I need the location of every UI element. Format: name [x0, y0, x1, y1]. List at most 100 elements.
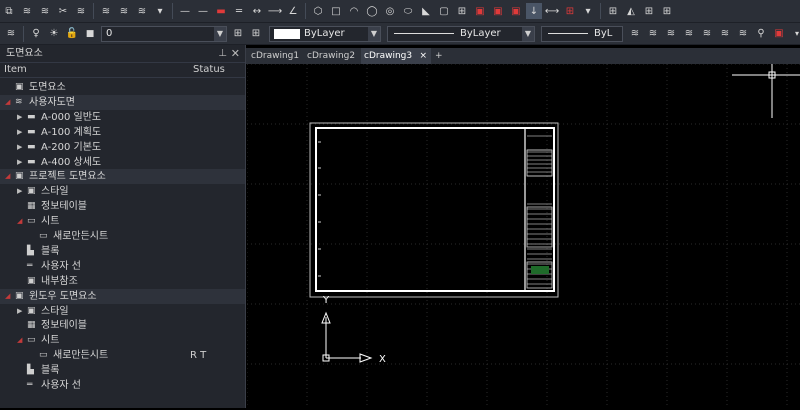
layout-icon[interactable]: ⊞: [605, 3, 621, 19]
collapse-arrow-icon[interactable]: ◢: [5, 289, 10, 304]
collapse-arrow-icon[interactable]: ◢: [5, 95, 10, 110]
modify-icon[interactable]: ≋: [116, 3, 132, 19]
close-icon[interactable]: ✕: [231, 45, 240, 62]
column-item[interactable]: Item: [4, 63, 27, 77]
attribute-icon[interactable]: ▣: [508, 3, 524, 19]
collapse-arrow-icon[interactable]: ◢: [17, 214, 22, 229]
block-icon[interactable]: ▣: [472, 3, 488, 19]
expand-arrow-icon[interactable]: ▶: [17, 304, 22, 319]
more-icon[interactable]: ▾: [789, 26, 800, 42]
tree-item[interactable]: ▶ ▬ A-400 상세도: [0, 155, 245, 170]
tree-item[interactable]: ═ 사용자 선: [0, 259, 245, 274]
tab-cdrawing3[interactable]: cDrawing3 ×: [361, 48, 431, 64]
freeze-sun-icon[interactable]: ☀: [46, 26, 62, 42]
layer-dropdown[interactable]: 0 ▼: [101, 25, 227, 42]
polygon-icon[interactable]: ⬡: [310, 3, 326, 19]
hatch-style-icon[interactable]: ≋: [717, 26, 733, 42]
table-icon[interactable]: ⊞: [454, 3, 470, 19]
select-icon[interactable]: ⧉: [1, 3, 17, 19]
arc-icon[interactable]: ◠: [346, 3, 362, 19]
tree-item[interactable]: ▙ 블록: [0, 244, 245, 259]
edit-icon[interactable]: ≋: [37, 3, 53, 19]
pin-icon[interactable]: ⚲: [753, 26, 769, 42]
expand-arrow-icon[interactable]: ▶: [17, 184, 22, 199]
view-icon[interactable]: ⊞: [659, 3, 675, 19]
print-icon[interactable]: ▣: [771, 26, 787, 42]
donut-icon[interactable]: ◎: [382, 3, 398, 19]
tree-item[interactable]: ◢ ≋ 사용자도면: [0, 94, 245, 110]
cut-icon[interactable]: ✂: [55, 3, 71, 19]
expand-arrow-icon[interactable]: ▶: [17, 125, 22, 140]
edit-icon[interactable]: ≋: [19, 3, 35, 19]
tree-item[interactable]: ▶ ▬ A-100 계획도: [0, 125, 245, 140]
expand-arrow-icon[interactable]: ▶: [17, 155, 22, 170]
angle-icon[interactable]: ∠: [285, 3, 301, 19]
line-icon[interactable]: —: [177, 3, 193, 19]
tree-item[interactable]: ▦ 정보테이블: [0, 318, 245, 333]
move-down-icon[interactable]: ↓: [526, 3, 542, 19]
grid-icon[interactable]: ⊞: [562, 3, 578, 19]
distance-icon[interactable]: ⟷: [544, 3, 560, 19]
layer-manager-icon[interactable]: ≋: [3, 26, 19, 42]
rectangle-icon[interactable]: □: [328, 3, 344, 19]
color-dropdown[interactable]: ByLayer ▼: [269, 25, 381, 42]
hatch-style-icon[interactable]: ≋: [735, 26, 751, 42]
tab-cdrawing2[interactable]: cDrawing2: [304, 48, 359, 64]
expand-arrow-icon[interactable]: ▶: [17, 110, 22, 125]
add-tab-button[interactable]: +: [432, 48, 446, 64]
lineweight-dropdown[interactable]: ByL: [541, 25, 623, 42]
edit-icon[interactable]: ≋: [73, 3, 89, 19]
polyline-icon[interactable]: —: [195, 3, 211, 19]
collapse-arrow-icon[interactable]: ◢: [17, 333, 22, 348]
arrow-line-icon[interactable]: ⟶: [267, 3, 283, 19]
wall-icon[interactable]: ▬: [213, 3, 229, 19]
more-icon[interactable]: ▾: [152, 3, 168, 19]
tree-item[interactable]: ▶ ▬ A-200 기본도: [0, 140, 245, 155]
tree-item[interactable]: ▙ 블록: [0, 363, 245, 378]
region-icon[interactable]: ▢: [436, 3, 452, 19]
collapse-arrow-icon[interactable]: ◢: [5, 169, 10, 184]
tree-item[interactable]: ▶ ▣ 스타일: [0, 184, 245, 199]
tree-item[interactable]: ▣ 내부참조: [0, 274, 245, 289]
tree-item[interactable]: ▦ 정보테이블: [0, 199, 245, 214]
circle-icon[interactable]: ◯: [364, 3, 380, 19]
tree-item[interactable]: ◢ ▭ 시트: [0, 333, 245, 348]
tree-item[interactable]: ▶ ▬ A-000 일반도: [0, 110, 245, 125]
hatch-icon[interactable]: ◣: [418, 3, 434, 19]
lock-icon[interactable]: 🔓: [64, 26, 80, 42]
expand-arrow-icon[interactable]: ▶: [17, 140, 22, 155]
sheet-icon[interactable]: ⊞: [641, 3, 657, 19]
tree-item[interactable]: ▭ 새로만든시트: [0, 229, 245, 244]
tree-item[interactable]: ◢ ▭ 시트: [0, 214, 245, 229]
hatch-style-icon[interactable]: ≋: [699, 26, 715, 42]
tab-cdrawing1[interactable]: cDrawing1: [248, 48, 302, 64]
tree-item[interactable]: ▭ 새로만든시트 R T: [0, 348, 245, 363]
tree-item[interactable]: ▶ ▣ 스타일: [0, 304, 245, 319]
hatch-style-icon[interactable]: ≋: [627, 26, 643, 42]
column-status[interactable]: Status: [193, 63, 225, 77]
hatch-style-icon[interactable]: ≋: [645, 26, 661, 42]
more-icon[interactable]: ▾: [580, 3, 596, 19]
model-space[interactable]: Y X: [247, 64, 800, 408]
make-current-layer-icon[interactable]: ⊞: [230, 26, 246, 42]
pin-icon[interactable]: ⊥: [218, 45, 227, 62]
modify-icon[interactable]: ≋: [134, 3, 150, 19]
hatch-style-icon[interactable]: ≋: [663, 26, 679, 42]
layer-previous-icon[interactable]: ⊞: [248, 26, 264, 42]
drawing-canvas[interactable]: Y X: [247, 64, 800, 408]
paint-icon[interactable]: ◭: [623, 3, 639, 19]
insert-icon[interactable]: ▣: [490, 3, 506, 19]
dimension-icon[interactable]: ↔: [249, 3, 265, 19]
tree-item[interactable]: ═ 사용자 선: [0, 378, 245, 393]
close-tab-icon[interactable]: ×: [419, 48, 427, 64]
modify-icon[interactable]: ≋: [98, 3, 114, 19]
tree-item[interactable]: ▣ 도면요소: [0, 80, 245, 95]
hatch-style-icon[interactable]: ≋: [681, 26, 697, 42]
ellipse-icon[interactable]: ⬭: [400, 3, 416, 19]
tree-item[interactable]: ◢ ▣ 윈도우 도면요소: [0, 288, 245, 304]
double-line-icon[interactable]: ═: [231, 3, 247, 19]
linetype-dropdown[interactable]: ByLayer ▼: [387, 25, 535, 42]
tree-item[interactable]: ◢ ▣ 프로젝트 도면요소: [0, 169, 245, 185]
layer-on-bulb-icon[interactable]: ♀: [28, 26, 44, 42]
layer-color-swatch-icon[interactable]: ■: [82, 26, 98, 42]
